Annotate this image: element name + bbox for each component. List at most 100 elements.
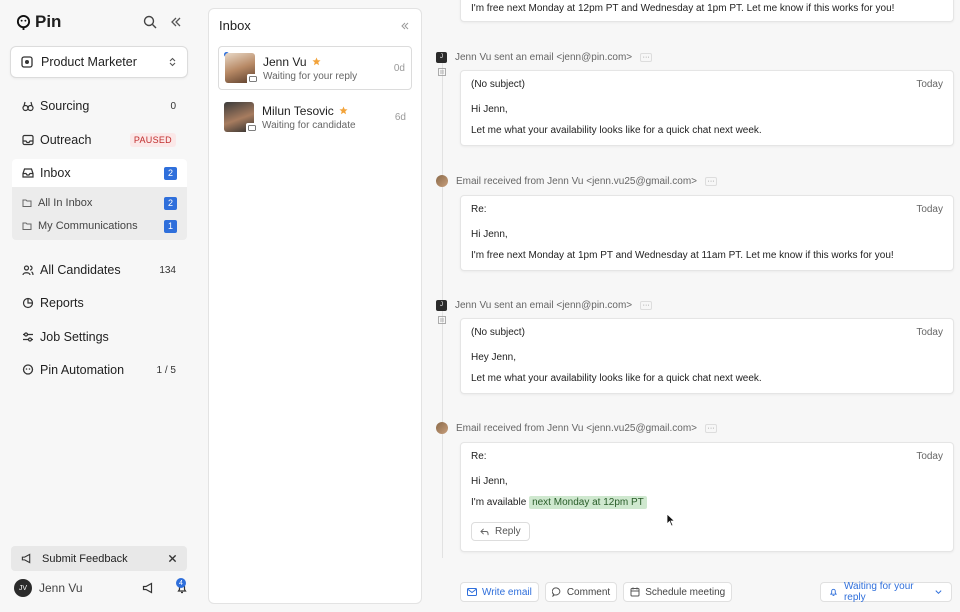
event-header: Email received from Jenn Vu <jenn.vu25@g… (436, 421, 718, 435)
candidate-avatar (436, 422, 448, 434)
comment-label: Comment (566, 586, 611, 598)
nav-label: Inbox (40, 166, 71, 180)
email-card[interactable]: Re: Today Hi Jenn, I'm free next Monday a… (460, 195, 954, 271)
email-card[interactable]: (No subject) Today Hey Jenn, Let me what … (460, 318, 954, 394)
conversation-age: 0d (393, 62, 405, 74)
more-options-icon[interactable]: ··· (705, 423, 718, 433)
schedule-label: Schedule meeting (645, 586, 726, 598)
nav-outreach[interactable]: Outreach PAUSED (12, 127, 186, 153)
email-subject: Re: (471, 451, 487, 462)
schedule-meeting-button[interactable]: Schedule meeting (623, 582, 733, 602)
pin-logo-icon (16, 14, 31, 30)
sent-email-icon: J (436, 51, 447, 63)
users-icon (22, 265, 34, 276)
reply-label: Reply (495, 526, 521, 537)
sliders-icon (23, 332, 33, 342)
inbox-group: Inbox 2 All In Inbox 2 My Communications… (12, 159, 187, 240)
outbox-icon (22, 134, 34, 146)
chat-icon (247, 74, 258, 85)
star-icon (312, 57, 321, 66)
nav-label: Sourcing (40, 99, 90, 113)
conversation-age: 6d (394, 111, 406, 123)
collapse-sidebar-icon[interactable] (168, 14, 184, 30)
email-greeting: Hi Jenn, (471, 229, 508, 240)
feedback-label: Submit Feedback (42, 552, 128, 565)
conversation-status-dropdown[interactable]: Waiting for your reply (820, 581, 952, 603)
conversation-item-milun-tesovic[interactable]: Milun Tesovic Waiting for candidate 6d (218, 95, 412, 139)
nav-job-settings[interactable]: Job Settings (12, 324, 186, 350)
nav-sourcing[interactable]: Sourcing 0 (12, 93, 186, 119)
write-email-button[interactable]: Write email (460, 582, 539, 602)
avatar (224, 102, 257, 134)
sub-count-badge: 1 (164, 219, 177, 233)
chat-icon (246, 123, 257, 134)
calendar-icon (630, 587, 640, 597)
email-greeting: Hi Jenn, (471, 104, 508, 115)
close-icon[interactable] (168, 554, 177, 563)
comment-button[interactable]: Comment (544, 582, 618, 602)
reply-button[interactable]: Reply (471, 522, 530, 541)
inbox-panel: Inbox Jenn Vu Waiting for your reply 0d … (208, 8, 422, 604)
nav-all-candidates[interactable]: All Candidates 134 (12, 257, 186, 283)
highlighted-availability: next Monday at 12pm PT (529, 496, 647, 509)
email-date: Today (916, 327, 943, 338)
email-card[interactable]: (No subject) Today Hi Jenn, Let me what y… (460, 70, 954, 146)
sub-my-communications[interactable]: My Communications 1 (12, 216, 187, 236)
email-body: Let me what your availability looks like… (471, 373, 762, 384)
brand-name: Pin (35, 12, 62, 31)
more-options-icon[interactable]: ··· (640, 300, 653, 310)
nav-label: Reports (40, 296, 84, 310)
email-body: I'm free next Monday at 1pm PT and Wedne… (471, 250, 894, 261)
sub-label: My Communications (38, 220, 138, 232)
nav-count: 1 / 5 (156, 364, 176, 376)
folder-icon (22, 222, 32, 230)
event-header: J Jenn Vu sent an email <jenn@pin.com> ·… (436, 298, 653, 312)
user-name: Jenn Vu (39, 581, 83, 595)
email-card[interactable]: Re: Today Hi Jenn, I'm available next Mon… (460, 442, 954, 552)
conversation-status: Waiting for candidate (262, 119, 356, 131)
event-text: Jenn Vu sent an email <jenn@pin.com> (455, 51, 633, 63)
conversation-item-jenn-vu[interactable]: Jenn Vu Waiting for your reply 0d (218, 46, 412, 90)
collapse-panel-icon[interactable] (399, 20, 411, 32)
sequence-icon (438, 316, 446, 324)
user-profile[interactable]: JV Jenn Vu 4 (14, 577, 188, 599)
pie-chart-icon (22, 297, 34, 309)
event-header: J Jenn Vu sent an email <jenn@pin.com> ·… (436, 50, 653, 64)
email-greeting: Hi Jenn, (471, 476, 508, 487)
write-email-label: Write email (482, 586, 532, 598)
email-date: Today (916, 79, 943, 90)
nav-count: 0 (170, 100, 176, 112)
brand-logo[interactable]: Pin (16, 12, 61, 32)
email-subject: (No subject) (471, 327, 525, 338)
nav-inbox[interactable]: Inbox 2 (12, 159, 187, 187)
avatar (225, 53, 258, 85)
event-text: Email received from Jenn Vu <jenn.vu25@g… (456, 175, 698, 187)
nav-reports[interactable]: Reports (12, 290, 186, 316)
status-label: Waiting for your reply (843, 581, 914, 603)
event-text: Jenn Vu sent an email <jenn@pin.com> (455, 299, 633, 311)
inbox-title: Inbox (219, 18, 251, 33)
email-greeting: Hey Jenn, (471, 352, 517, 363)
role-selector[interactable]: Product Marketer (10, 46, 188, 78)
star-icon (339, 106, 348, 115)
bell-icon (829, 588, 837, 597)
email-subject: (No subject) (471, 79, 525, 90)
megaphone-icon[interactable] (142, 582, 154, 594)
more-options-icon[interactable]: ··· (705, 176, 718, 186)
nav-pin-automation[interactable]: Pin Automation 1 / 5 (12, 357, 186, 383)
search-icon[interactable] (142, 14, 158, 30)
sub-all-in-inbox[interactable]: All In Inbox 2 (12, 193, 187, 213)
candidate-name: Milun Tesovic (262, 103, 334, 118)
email-body: I'm available (471, 497, 527, 508)
chevron-down-icon (935, 590, 942, 595)
email-subject: Re: (471, 204, 487, 215)
candidate-avatar (436, 175, 448, 187)
pin-automation-icon (22, 364, 34, 375)
inbox-icon (22, 168, 34, 178)
submit-feedback-banner[interactable]: Submit Feedback (11, 546, 187, 571)
email-body: Let me what your availability looks like… (471, 125, 762, 136)
nav-label: Outreach (40, 133, 92, 147)
more-options-icon[interactable]: ··· (640, 52, 653, 62)
sequence-icon (438, 68, 446, 76)
email-body: I'm free next Monday at 12pm PT and Wedn… (471, 3, 895, 14)
